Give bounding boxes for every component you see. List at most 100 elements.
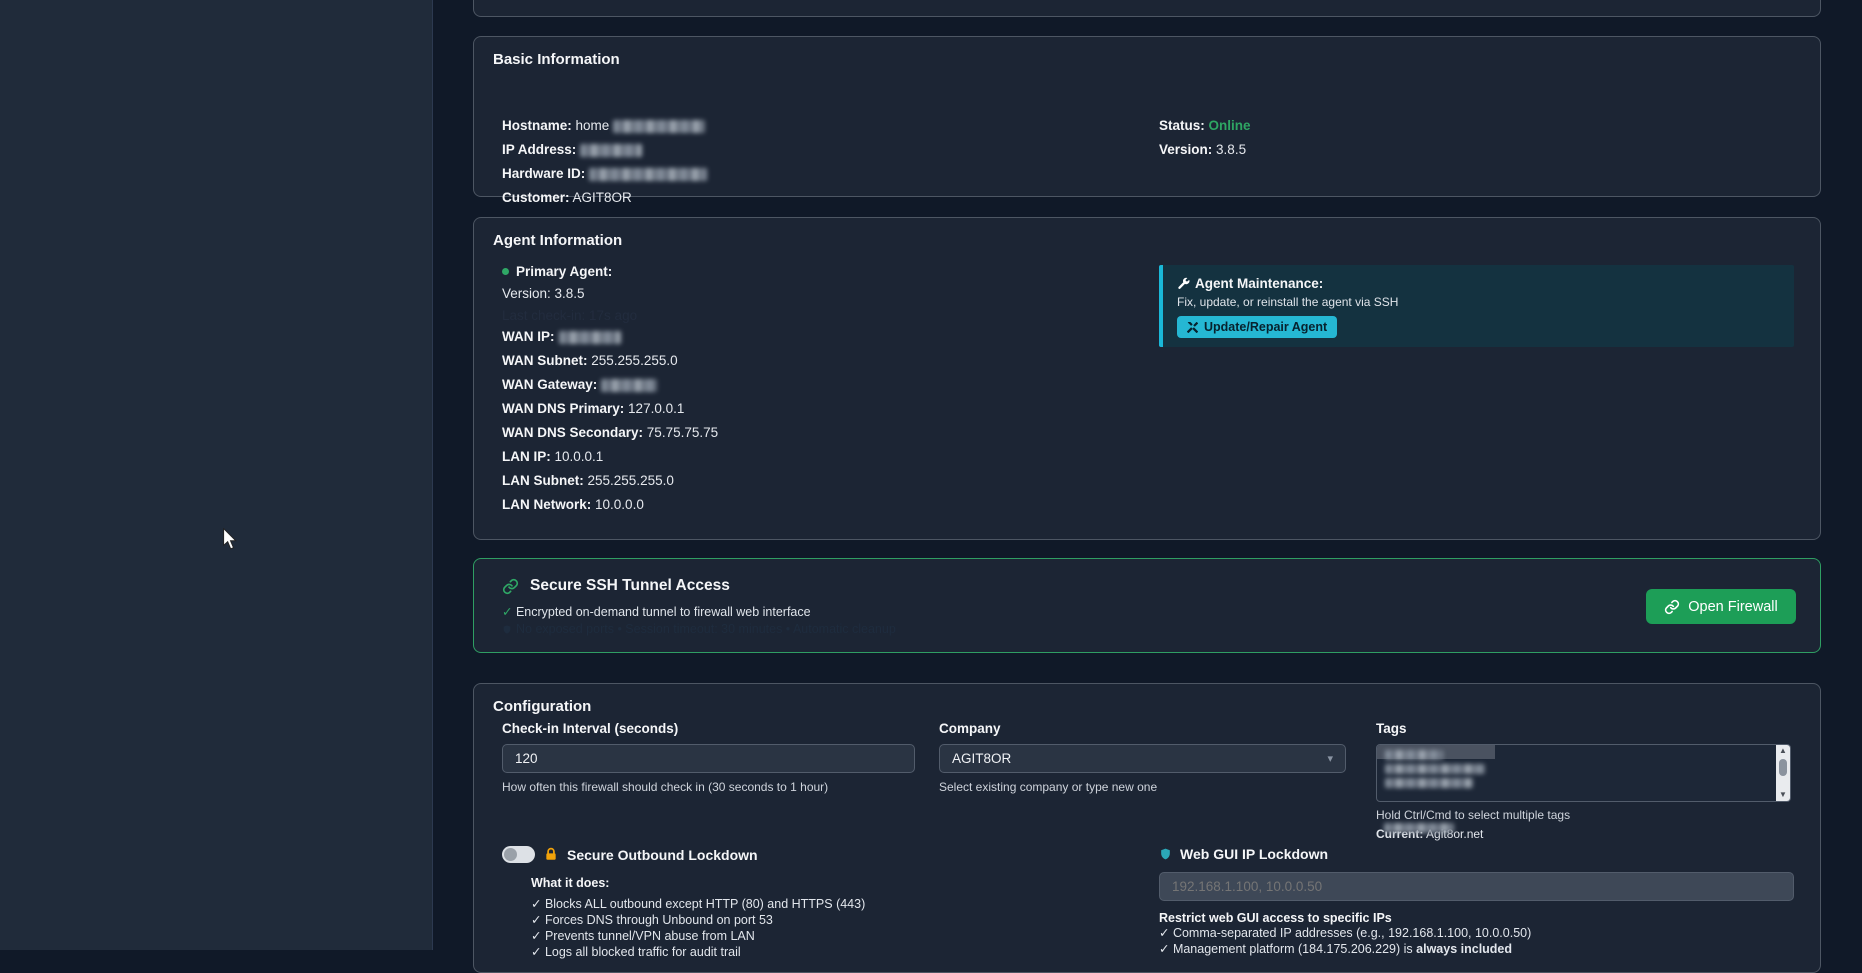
- wan-dns-primary-value: 127.0.0.1: [628, 401, 684, 416]
- ssh-desc-row: ✓ Encrypted on-demand tunnel to firewall…: [502, 604, 811, 619]
- ssh-title-row: Secure SSH Tunnel Access: [502, 577, 730, 595]
- wrench-icon: [1177, 277, 1190, 290]
- wan-gateway-label: WAN Gateway:: [502, 377, 597, 392]
- basic-information-card: Basic Information Hostname: home IP Addr…: [473, 36, 1821, 197]
- last-checkin-value: Last check-in: 17s ago: [502, 308, 637, 323]
- lockdown-item: ✓ Logs all blocked traffic for audit tra…: [531, 944, 865, 960]
- shield-faint-icon: [502, 624, 512, 635]
- version-value: 3.8.5: [1216, 142, 1246, 157]
- primary-agent-row: Primary Agent:: [502, 260, 612, 284]
- previous-card-partial: [473, 0, 1821, 17]
- customer-value: AGIT8OR: [573, 190, 632, 205]
- tag-option-selected[interactable]: [1377, 745, 1495, 759]
- hardware-id-row: Hardware ID:: [502, 162, 707, 186]
- wan-subnet-label: WAN Subnet:: [502, 353, 588, 368]
- ip-address-row: IP Address:: [502, 138, 642, 162]
- open-firewall-label: Open Firewall: [1688, 599, 1777, 615]
- ssh-faint-text: No exposed ports • Session timeout: 30 m…: [516, 622, 896, 636]
- main-content: Basic Information Hostname: home IP Addr…: [473, 0, 1821, 950]
- tags-scrollbar[interactable]: ▲ ▼: [1776, 745, 1790, 801]
- checkin-helper: How often this firewall should check in …: [502, 780, 915, 794]
- webgui-item: ✓ Management platform (184.175.206.229) …: [1159, 941, 1794, 957]
- scrollbar-thumb[interactable]: [1779, 759, 1787, 776]
- lan-subnet-value: 255.255.255.0: [588, 473, 674, 488]
- outbound-lockdown-toggle[interactable]: [502, 846, 535, 863]
- lan-subnet-label: LAN Subnet:: [502, 473, 584, 488]
- hostname-label: Hostname:: [502, 118, 572, 133]
- lan-ip-label: LAN IP:: [502, 449, 551, 464]
- chevron-down-icon: ▾: [1327, 752, 1333, 765]
- wan-gateway-row: WAN Gateway:: [502, 373, 657, 397]
- wan-dns-secondary-value: 75.75.75.75: [647, 425, 718, 440]
- version-row: Version: 3.8.5: [1159, 138, 1246, 162]
- webgui-ip-input[interactable]: [1159, 872, 1794, 901]
- basic-information-title: Basic Information: [493, 51, 620, 68]
- lan-network-label: LAN Network:: [502, 497, 591, 512]
- webgui-lockdown-section: Web GUI IP Lockdown Restrict web GUI acc…: [1159, 846, 1794, 957]
- ssh-faint-row: No exposed ports • Session timeout: 30 m…: [502, 622, 896, 636]
- lan-ip-value: 10.0.0.1: [555, 449, 604, 464]
- wan-ip-row: WAN IP:: [502, 325, 621, 349]
- tag-option[interactable]: [1377, 773, 1790, 787]
- scroll-up-button[interactable]: ▲: [1779, 745, 1787, 757]
- company-helper: Select existing company or type new one: [939, 780, 1346, 794]
- outbound-lockdown-section: Secure Outbound Lockdown What it does: ✓…: [502, 846, 865, 960]
- lockdown-item: ✓ Blocks ALL outbound except HTTP (80) a…: [531, 896, 865, 912]
- tags-column: Tags ▲ ▼ Hold Ctrl/Cmd to select multipl…: [1376, 721, 1791, 841]
- wan-gateway-redacted: [601, 379, 657, 392]
- outbound-lockdown-header: Secure Outbound Lockdown: [502, 846, 865, 863]
- wan-dns-secondary-row: WAN DNS Secondary: 75.75.75.75: [502, 421, 718, 445]
- wan-dns-secondary-label: WAN DNS Secondary:: [502, 425, 643, 440]
- ip-address-redacted: [580, 144, 642, 157]
- mouse-cursor: [221, 528, 239, 550]
- hardware-id-redacted: [589, 168, 707, 181]
- configuration-title: Configuration: [493, 698, 591, 715]
- company-select[interactable]: AGIT8OR ▾: [939, 744, 1346, 773]
- update-repair-agent-button[interactable]: Update/Repair Agent: [1177, 316, 1337, 338]
- hostname-value: home: [576, 118, 610, 133]
- configuration-card: Configuration Check-in Interval (seconds…: [473, 683, 1821, 973]
- ssh-title: Secure SSH Tunnel Access: [530, 577, 730, 595]
- lockdown-item: ✓ Forces DNS through Unbound on port 53: [531, 912, 865, 928]
- tags-label: Tags: [1376, 721, 1791, 736]
- checkin-column: Check-in Interval (seconds) How often th…: [502, 721, 915, 794]
- agent-information-card: Agent Information Primary Agent: Version…: [473, 217, 1821, 540]
- agent-maintenance-panel: Agent Maintenance: Fix, update, or reins…: [1159, 265, 1794, 347]
- link-icon: [1664, 599, 1680, 615]
- lockdown-item: ✓ Prevents tunnel/VPN abuse from LAN: [531, 928, 865, 944]
- link-icon: [502, 578, 519, 595]
- wan-ip-label: WAN IP:: [502, 329, 555, 344]
- tag-option[interactable]: [1377, 759, 1790, 773]
- scroll-down-button[interactable]: ▼: [1779, 789, 1787, 801]
- sidebar: [0, 0, 433, 950]
- lan-ip-row: LAN IP: 10.0.0.1: [502, 445, 603, 469]
- status-badge: Online: [1209, 118, 1251, 133]
- company-label: Company: [939, 721, 1346, 736]
- tags-multiselect[interactable]: ▲ ▼: [1376, 744, 1791, 802]
- ssh-desc: Encrypted on-demand tunnel to firewall w…: [516, 605, 811, 619]
- version-label: Version:: [1159, 142, 1212, 157]
- webgui-item: ✓ Comma-separated IP addresses (e.g., 19…: [1159, 925, 1794, 941]
- status-label: Status:: [1159, 118, 1205, 133]
- status-row: Status: Online: [1159, 114, 1251, 138]
- ssh-tunnel-card: Secure SSH Tunnel Access ✓ Encrypted on-…: [473, 558, 1821, 653]
- lock-icon: [544, 847, 558, 862]
- ip-address-label: IP Address:: [502, 142, 576, 157]
- hostname-redacted: [613, 120, 705, 133]
- tools-crossed-icon: [1187, 322, 1198, 333]
- wan-dns-primary-row: WAN DNS Primary: 127.0.0.1: [502, 397, 684, 421]
- wan-ip-redacted: [559, 331, 621, 344]
- agent-maintenance-desc: Fix, update, or reinstall the agent via …: [1177, 295, 1780, 309]
- tag-redacted-overflow: [1384, 823, 1454, 833]
- webgui-lockdown-header: Web GUI IP Lockdown: [1159, 846, 1794, 862]
- agent-maintenance-title: Agent Maintenance:: [1195, 276, 1323, 291]
- hardware-id-label: Hardware ID:: [502, 166, 585, 181]
- customer-row: Customer: AGIT8OR: [502, 186, 632, 210]
- checkin-input[interactable]: [502, 744, 915, 773]
- company-column: Company AGIT8OR ▾ Select existing compan…: [939, 721, 1346, 794]
- agent-information-title: Agent Information: [493, 232, 622, 249]
- hostname-row: Hostname: home: [502, 114, 705, 138]
- open-firewall-button[interactable]: Open Firewall: [1646, 589, 1796, 624]
- agent-version-row: Version: 3.8.5: [502, 282, 585, 306]
- lan-network-value: 10.0.0.0: [595, 497, 644, 512]
